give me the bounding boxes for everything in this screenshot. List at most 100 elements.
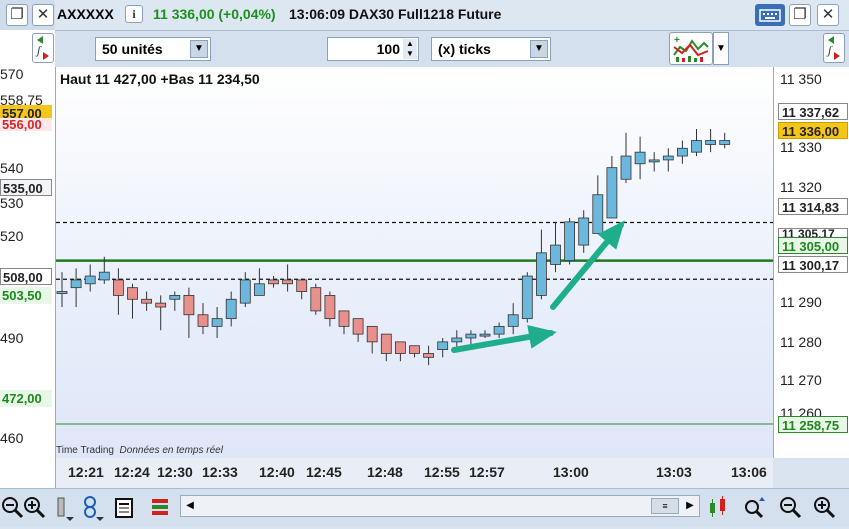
candle-body [620,155,632,180]
candle-body [282,279,294,285]
candle-body [705,140,716,145]
annotation-arrow-head [527,324,557,349]
keyboard-icon [759,9,781,22]
price-axis[interactable]: 11 350 11 337,62 11 336,00 11 330 11 320… [773,67,849,458]
x-tick-label: 12:24 [114,464,150,480]
left-price-box: 503,50 [0,287,52,304]
units-select-value: 50 unités [102,41,163,57]
export-icon [115,498,133,518]
sync-icon: ʃ [35,36,49,60]
candle-body [648,159,660,163]
auto-scale-button[interactable] [742,493,766,521]
y-tick-label: 11 290 [780,294,822,310]
price-box: 11 258,75 [778,416,848,433]
zoom-in-button[interactable] [22,493,46,521]
x-tick-label: 12:48 [367,464,403,480]
candle-body [578,217,590,246]
candle-body [366,325,378,343]
left-tick: 520 [0,228,24,244]
left-price-box: 472,00 [0,390,52,407]
ticks-input[interactable]: 100 ▲ ▼ [327,37,419,61]
bottom-toolbar: ◀ ≡ ▶ [0,488,849,527]
candlestick-plot [56,128,773,425]
auto-scale-icon [745,497,765,519]
left-tick: 530 [0,195,24,211]
candle-body [535,252,547,296]
footer-source: Time Trading Données en temps réel [56,445,223,456]
x-tick-label: 13:06 [731,464,767,480]
info-button[interactable]: i [125,5,143,23]
candle-body [423,353,435,358]
price-box: 11 337,62 [778,103,848,120]
stepper-icon[interactable]: ▲ ▼ [403,39,417,59]
indicators-button[interactable]: + [669,32,713,65]
left-price-box: 508,00 [0,268,52,285]
price-box: 11 305,00 [778,237,848,254]
sync-icon: ʃ [826,36,840,60]
link-icon [84,496,104,521]
time-axis[interactable]: 12:21 12:24 12:30 12:33 12:40 12:45 12:4… [56,458,773,488]
x-tick-label: 13:00 [553,464,589,480]
candle-body [211,318,223,327]
chart-type-button[interactable] [706,493,730,521]
y-tick-label: 11 320 [780,179,822,195]
scroll-right-icon[interactable]: ▶ [681,496,699,516]
candle-body [338,310,350,327]
sync-button[interactable]: ʃ [823,33,845,63]
indicators-icon: + [673,35,709,62]
zoom-in-button[interactable] [812,493,836,521]
candle-body [296,279,308,292]
horizontal-scrollbar[interactable]: ◀ ≡ ▶ [180,495,700,517]
candle-body [98,271,110,281]
zoom-in-icon [24,497,46,519]
zoom-out-button[interactable] [778,493,802,521]
candle-body [197,314,209,327]
info-icon: i [132,7,136,21]
indicators-dropdown[interactable]: ▼ [713,32,729,65]
sync-button[interactable]: ʃ [32,33,54,63]
y-tick-label: 11 280 [780,334,822,350]
candle-body [70,279,82,289]
keyboard-button[interactable] [755,4,785,26]
candle-body [169,295,181,300]
candle-body [634,151,646,165]
chart-area[interactable]: Haut 11 427,00 +Bas 11 234,50 Time Tradi… [56,67,773,458]
y-tick-label-partial: 11 260 [780,408,822,416]
x-tick-label: 12:45 [306,464,342,480]
candle-body [550,244,561,265]
x-tick-label: 13:03 [656,464,692,480]
restore-button[interactable]: ❐ [789,4,811,26]
bar-width-icon [57,497,74,521]
export-button[interactable] [112,493,136,521]
candle-body [691,140,702,153]
restore-button[interactable]: ❐ [6,4,28,26]
close-button[interactable]: ✕ [817,4,839,26]
price-box: 11 300,17 [778,256,848,273]
candle-body [310,287,322,312]
close-icon: ✕ [821,6,835,23]
footer-brand: Time Trading [56,445,114,456]
x-tick-label: 12:57 [469,464,505,480]
ticks-select[interactable]: (x) ticks ▼ [431,37,551,61]
list-icon [152,499,168,515]
left-tick: 570 [0,66,24,82]
restore-icon: ❐ [10,6,24,23]
candle-body [606,167,618,219]
candle-body [225,298,237,320]
y-tick-label: 11 270 [780,372,822,388]
zoom-out-button[interactable] [0,493,24,521]
scroll-left-icon[interactable]: ◀ [181,496,199,516]
x-tick-label: 12:30 [157,464,193,480]
list-button[interactable] [148,493,172,521]
candle-body [677,147,688,157]
units-select[interactable]: 50 unités ▼ [95,37,211,61]
candle-body [239,279,251,304]
candle-body [141,298,152,304]
x-tick-label: 12:33 [202,464,238,480]
candle-body [380,333,392,354]
scroll-thumb[interactable]: ≡ [651,498,679,514]
close-button[interactable]: ✕ [32,4,54,26]
link-button[interactable] [80,493,104,521]
bar-width-button[interactable] [52,493,76,521]
zoom-out-icon [780,497,802,519]
